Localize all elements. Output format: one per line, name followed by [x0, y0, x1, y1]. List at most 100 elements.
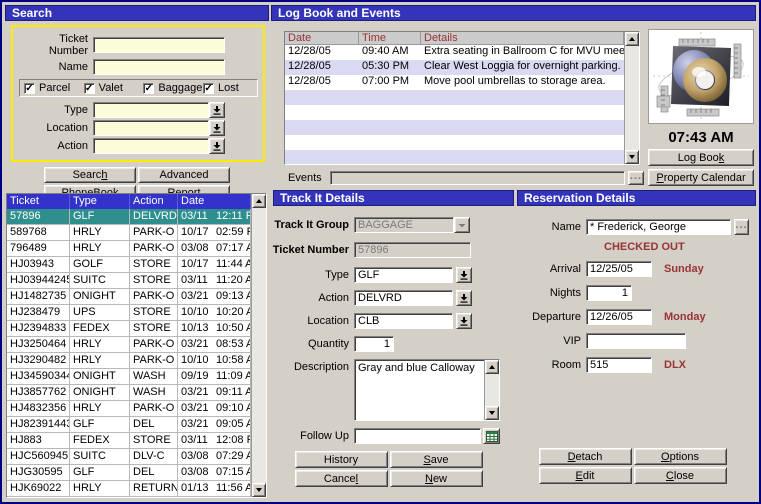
logo-image — [649, 30, 753, 123]
trackit-type-dropdown-button[interactable] — [456, 267, 472, 283]
trackit-type-combo[interactable] — [354, 267, 453, 283]
events-field[interactable] — [330, 171, 625, 185]
name-input[interactable] — [93, 59, 225, 75]
tickets-col-date: Date — [178, 194, 251, 209]
trackit-location-combo[interactable] — [354, 313, 453, 329]
table-row[interactable]: 796489HRLYPARK-O03/0807:17 AM — [7, 241, 251, 257]
trackit-title-text: Track It Details — [280, 191, 365, 205]
scrollbar-track[interactable] — [485, 374, 499, 406]
arrival-date-field[interactable] — [586, 261, 652, 277]
trackit-ticket-field[interactable] — [354, 242, 471, 258]
trackit-group-combo[interactable] — [354, 217, 454, 233]
trackit-action-combo[interactable] — [354, 290, 453, 306]
search-title-text: Search — [12, 6, 52, 20]
action-combo-input[interactable] — [93, 138, 209, 154]
scroll-up-button[interactable] — [252, 194, 266, 208]
trackit-action-dropdown-button[interactable] — [456, 290, 472, 306]
nights-field[interactable] — [586, 285, 632, 301]
name-lookup-button[interactable]: ... — [734, 219, 749, 235]
table-row[interactable]: HJ3250464HRLYPARK-O03/2108:53 AM — [7, 337, 251, 353]
baggage-checkbox[interactable]: ✓ Baggage — [143, 82, 203, 94]
table-row[interactable]: HJ039442456SUITCSTORE03/1111:20 AM — [7, 273, 251, 289]
cancel-button[interactable]: Cancel — [295, 470, 388, 487]
history-button[interactable]: History — [295, 451, 388, 468]
detach-button[interactable]: Detach — [539, 448, 632, 465]
save-button[interactable]: Save — [390, 451, 483, 468]
arrival-label: Arrival — [516, 263, 586, 275]
trackit-window: Search Ticket Number Name ✓ Parcel ✓ Val… — [0, 0, 761, 504]
edit-button[interactable]: Edit — [539, 467, 632, 484]
logbook-table-body: 12/28/0509:40 AMExtra seating in Ballroo… — [285, 45, 624, 164]
advanced-button[interactable]: Advanced — [138, 167, 230, 183]
ticket-number-input[interactable] — [93, 37, 225, 53]
scroll-up-button[interactable] — [625, 32, 639, 46]
table-row[interactable]: HJ4832356HRLYPARK-O03/2109:10 AM — [7, 401, 251, 417]
departure-date-field[interactable] — [586, 309, 652, 325]
table-row[interactable]: HJG30595GLFDEL03/0807:15 AM — [7, 465, 251, 481]
search-criteria-group: Ticket Number Name ✓ Parcel ✓ Valet ✓ Ba… — [11, 25, 265, 162]
dropdown-arrow-icon — [458, 221, 466, 230]
type-dropdown-button[interactable] — [209, 102, 225, 118]
location-dropdown-button[interactable] — [209, 120, 225, 136]
table-row[interactable]: HJ883FEDEXSTORE03/1112:08 PM — [7, 433, 251, 449]
followup-calendar-button[interactable] — [483, 428, 500, 444]
table-row[interactable]: HJ2394833FEDEXSTORE10/1310:50 AM — [7, 321, 251, 337]
table-row[interactable]: HJ82391443GLFDEL03/2109:05 AM — [7, 417, 251, 433]
room-field[interactable] — [586, 357, 652, 373]
ticket-number-label: Ticket Number — [17, 33, 93, 57]
scroll-up-button[interactable] — [485, 360, 499, 374]
scroll-down-button[interactable] — [485, 406, 499, 420]
vip-field[interactable] — [586, 333, 686, 349]
tickets-table-body: 57896GLFDELVRD03/1112:11 PM589768HRLYPAR… — [7, 209, 251, 497]
baggage-checkbox-label: Baggage — [158, 82, 202, 94]
scroll-down-button[interactable] — [252, 483, 266, 497]
description-scrollbar[interactable] — [484, 360, 499, 420]
table-row[interactable]: 57896GLFDELVRD03/1112:11 PM — [7, 209, 251, 225]
table-row[interactable]: HJ03943GOLFSTORE10/1711:44 AM — [7, 257, 251, 273]
tickets-table-header: Ticket Type Action Date — [7, 194, 251, 209]
log-book-button[interactable]: Log Book — [648, 149, 754, 166]
trackit-quantity-field[interactable] — [354, 336, 394, 352]
table-row[interactable]: HJ1482735ONIGHTPARK-O03/2109:13 AM — [7, 289, 251, 305]
trackit-followup-label: Follow Up — [272, 430, 354, 442]
property-calendar-button[interactable]: Property Calendar — [648, 169, 754, 186]
departure-label: Departure — [516, 311, 586, 323]
table-row[interactable]: HJ34590344ONIGHTWASH09/1911:09 AM — [7, 369, 251, 385]
logbook-row[interactable]: 12/28/0507:00 PMMove pool umbrellas to s… — [285, 75, 624, 90]
checkbox-check-icon: ✓ — [24, 83, 35, 94]
tickets-table: Ticket Type Action Date 57896GLFDELVRD03… — [6, 193, 267, 498]
tickets-scrollbar[interactable] — [251, 194, 266, 497]
reservation-name-field[interactable] — [586, 219, 731, 235]
type-combo-input[interactable] — [93, 102, 209, 118]
parcel-checkbox[interactable]: ✓ Parcel — [24, 82, 84, 94]
logbook-empty-row — [285, 135, 624, 150]
table-row[interactable]: HJ3857762ONIGHTWASH03/2109:11 AM — [7, 385, 251, 401]
table-row[interactable]: HJK69022HRLYRETURNED01/1311:56 AM — [7, 481, 251, 497]
options-button[interactable]: Options — [634, 448, 727, 465]
trackit-group-dropdown-button[interactable] — [454, 217, 470, 233]
location-combo-input[interactable] — [93, 120, 209, 136]
logbook-row[interactable]: 12/28/0509:40 AMExtra seating in Ballroo… — [285, 45, 624, 60]
lost-checkbox[interactable]: ✓ Lost — [203, 82, 253, 94]
action-dropdown-button[interactable] — [209, 138, 225, 154]
scroll-down-button[interactable] — [625, 150, 639, 164]
scrollbar-track[interactable] — [625, 46, 639, 150]
logbook-row[interactable]: 12/28/0505:30 PMClear West Loggia for ov… — [285, 60, 624, 75]
close-button[interactable]: Close — [634, 467, 727, 484]
logbook-col-date: Date — [285, 32, 359, 44]
table-row[interactable]: HJ3290482HRLYPARK-O10/1010:58 AM — [7, 353, 251, 369]
trackit-followup-field[interactable] — [354, 428, 481, 444]
events-more-button[interactable]: ... — [628, 171, 644, 185]
table-row[interactable]: HJC560945SUITCDLV-C03/0807:29 AM — [7, 449, 251, 465]
new-button[interactable]: New — [390, 470, 483, 487]
checkbox-check-icon: ✓ — [143, 83, 154, 94]
logbook-scrollbar[interactable] — [624, 32, 639, 164]
trackit-location-dropdown-button[interactable] — [456, 313, 472, 329]
room-type: DLX — [664, 359, 686, 371]
table-row[interactable]: HJ238479UPSSTORE10/1010:20 AM — [7, 305, 251, 321]
trackit-description-field[interactable]: Gray and blue Calloway — [354, 359, 500, 421]
valet-checkbox[interactable]: ✓ Valet — [84, 82, 144, 94]
table-row[interactable]: 589768HRLYPARK-O10/1702:59 PM — [7, 225, 251, 241]
scrollbar-track[interactable] — [252, 208, 266, 483]
search-button[interactable]: Search — [44, 167, 136, 183]
